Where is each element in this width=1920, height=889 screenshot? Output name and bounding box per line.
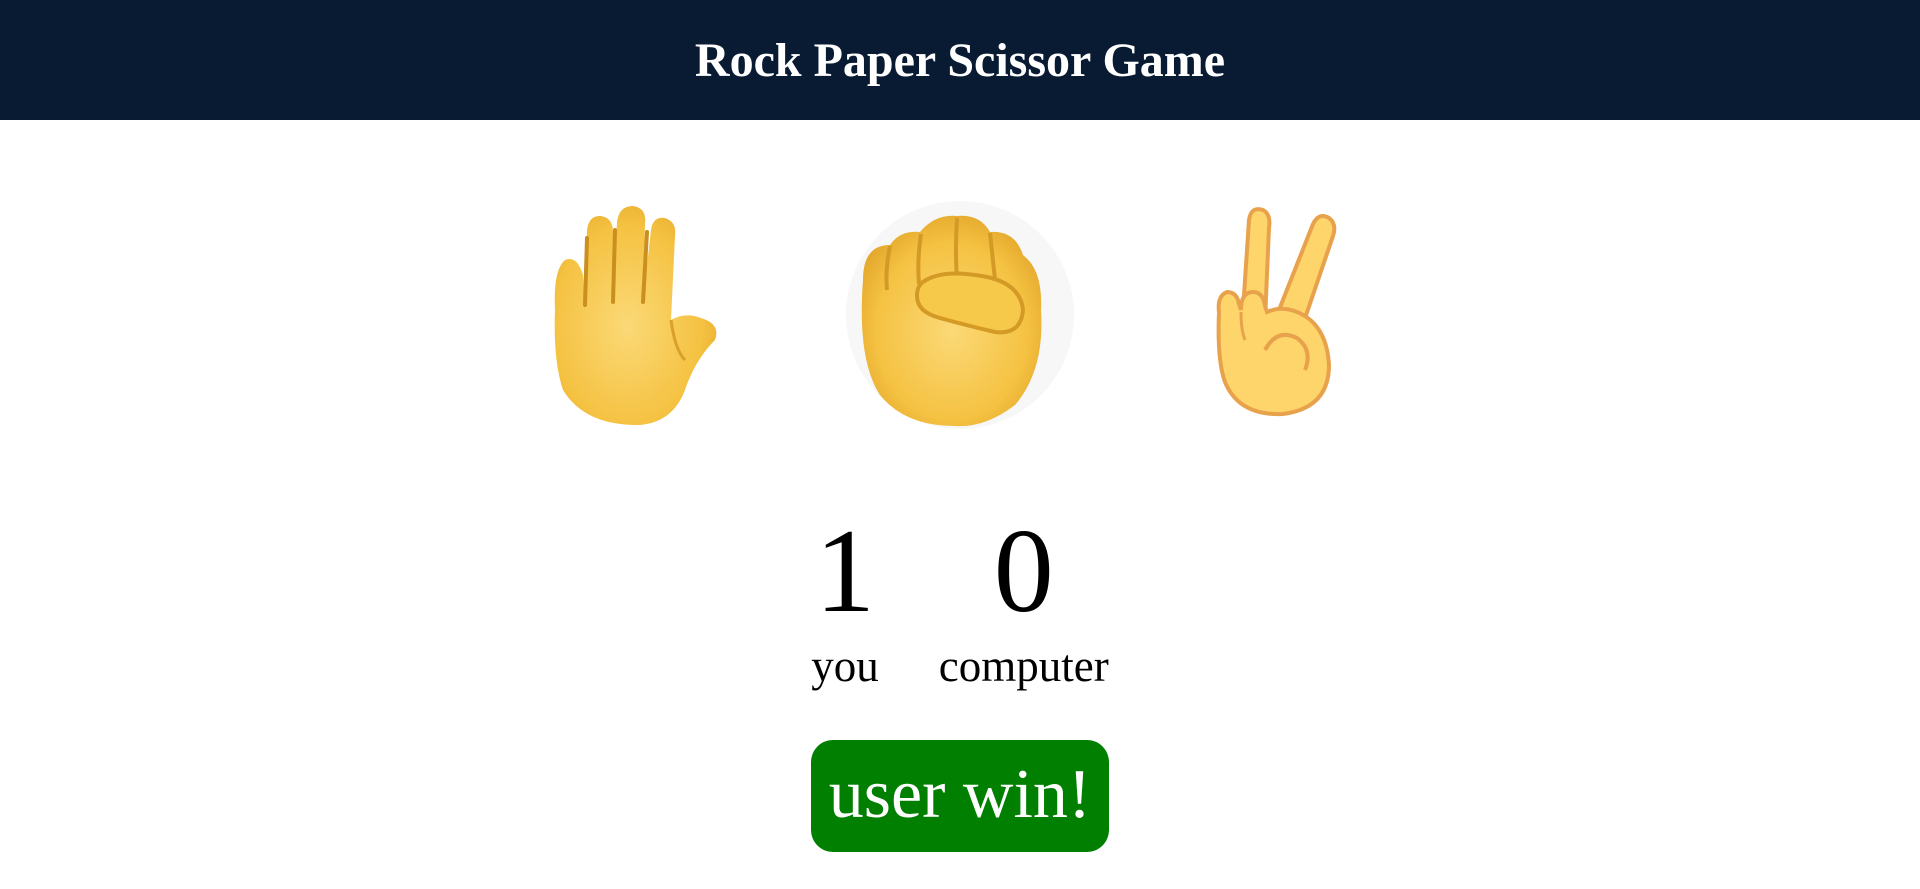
computer-score-panel: 0 computer xyxy=(938,504,1109,694)
raised-hand-icon xyxy=(554,206,717,426)
choices-row xyxy=(0,200,1920,430)
scoreboard: 1 you 0 computer xyxy=(0,504,1920,694)
result-message: user win! xyxy=(810,740,1110,852)
choice-paper-button[interactable] xyxy=(525,200,755,430)
choice-scissors-button[interactable] xyxy=(1165,200,1395,430)
user-score-label: you xyxy=(811,641,879,691)
page-title: Rock Paper Scissor Game xyxy=(694,33,1226,87)
header-bar: Rock Paper Scissor Game xyxy=(0,0,1920,120)
computer-score-label: computer xyxy=(938,641,1109,691)
choice-rock-button[interactable] xyxy=(845,200,1075,430)
raised-fist-icon xyxy=(846,201,1074,429)
computer-score: 0 xyxy=(993,504,1054,637)
user-score-panel: 1 you xyxy=(811,504,879,694)
victory-hand-icon xyxy=(1216,207,1337,417)
user-score: 1 xyxy=(815,504,876,637)
message-container: user win! xyxy=(0,740,1920,852)
